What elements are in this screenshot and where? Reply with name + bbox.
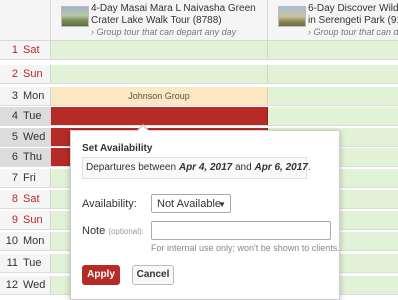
day-label: 4 Tue [0, 107, 51, 125]
note-input[interactable] [151, 221, 331, 240]
booking-group-label: Johnson Group [128, 91, 190, 101]
tour-subtitle-2: › Group tour that can depart any day [308, 27, 398, 37]
tour-column-header-1[interactable]: 4-Day Masai Mara L Naivasha Green Crater… [51, 0, 268, 40]
dropdown-arrow-icon: ▼ [218, 200, 226, 209]
range-end-date: Apr 6, 2017 [254, 162, 308, 173]
cancel-button[interactable]: Cancel [132, 265, 174, 285]
tour-subtitle-1: › Group tour that can depart any day [91, 27, 237, 37]
tour-name-2[interactable]: 6-Day Discover Wildlife in Serengeti Par… [308, 3, 398, 27]
availability-cell[interactable] [268, 107, 398, 125]
day-label: 3 Mon [0, 87, 51, 105]
availability-cell[interactable] [51, 65, 268, 83]
booked-cell[interactable]: Johnson Group 5 [51, 87, 316, 105]
header-corner [0, 0, 51, 40]
day-label: 6 Thu [0, 148, 51, 166]
note-help-text: For internal use only; won't be shown to… [151, 243, 340, 253]
popover-title: Set Availability [82, 143, 153, 154]
calendar-row: 4 Tue [0, 107, 398, 126]
calendar-row: 2 Sun [0, 65, 398, 84]
availability-cell[interactable] [268, 41, 398, 59]
day-label: 9 Sun [0, 211, 51, 229]
day-label: 7 Fri [0, 169, 51, 187]
range-start-date: Apr 4, 2017 [178, 162, 233, 173]
calendar-row: 3Mon Johnson Group 5 [0, 87, 398, 106]
tour-thumbnail-1 [61, 6, 89, 27]
availability-label: Availability: [82, 198, 137, 210]
calendar-row: 1 Sat [0, 41, 398, 60]
tour-name-1[interactable]: 4-Day Masai Mara L Naivasha Green Crater… [91, 3, 266, 27]
day-label: 1 Sat [0, 41, 51, 59]
note-label: Note (optional): [82, 225, 144, 237]
day-label: 8 Sat [0, 190, 51, 208]
availability-select[interactable]: Not Available ▼ [151, 194, 231, 213]
apply-button[interactable]: Apply [82, 265, 120, 285]
set-availability-popover: Set Availability Departures between Apr … [70, 130, 340, 300]
selected-unavailable-cell[interactable] [51, 107, 268, 125]
tour-column-header-2[interactable]: 6-Day Discover Wildlife in Serengeti Par… [268, 0, 398, 40]
day-label: 5 Wed [0, 128, 51, 146]
day-label: 11 Tue [0, 254, 51, 272]
availability-cell[interactable] [268, 65, 398, 83]
availability-cell[interactable] [51, 41, 268, 59]
calendar-header: 4-Day Masai Mara L Naivasha Green Crater… [0, 0, 398, 41]
date-range-summary: Departures between Apr 4, 2017 and Apr 6… [82, 157, 311, 179]
tour-thumbnail-2 [278, 6, 306, 27]
day-label: 10 Mon [0, 232, 51, 250]
availability-cell[interactable] [268, 87, 398, 105]
day-label: 2 Sun [0, 65, 51, 83]
popover-caret-inner [137, 126, 149, 132]
day-label: 12 Wed [0, 276, 51, 294]
